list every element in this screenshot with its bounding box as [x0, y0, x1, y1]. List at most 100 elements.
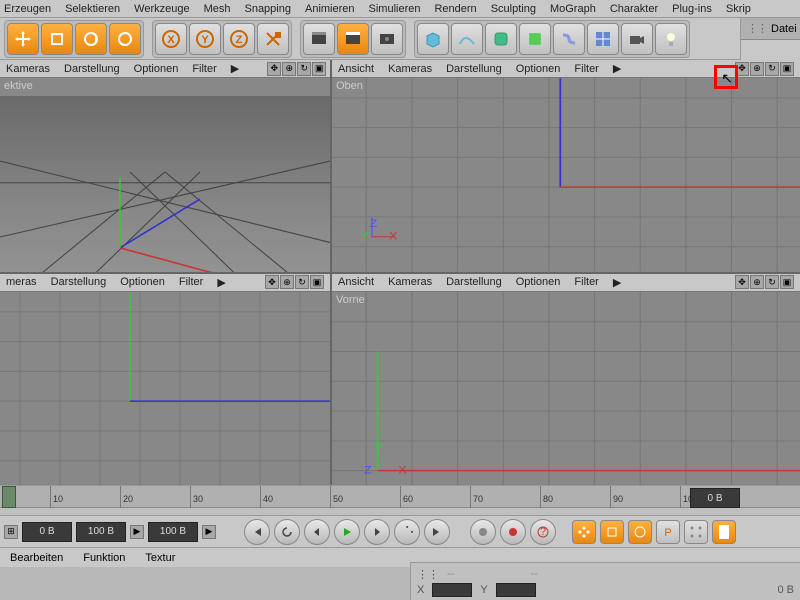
autokey-button[interactable] [500, 519, 526, 545]
vp-menu-optionen[interactable]: Optionen [516, 276, 561, 288]
vp-rotate-icon[interactable]: ↻ [765, 275, 779, 289]
menu-sculpting[interactable]: Sculpting [491, 3, 536, 15]
vp-rotate-icon[interactable]: ↻ [297, 62, 311, 76]
vp-pan-icon[interactable]: ✥ [267, 62, 281, 76]
viewport-perspective[interactable]: Kameras Darstellung Optionen Filter ▶ ✥ … [0, 60, 330, 272]
vp-menu-optionen[interactable]: Optionen [516, 63, 561, 75]
vp-arrow[interactable]: ▶ [231, 62, 239, 75]
end-frame[interactable]: 100 B [76, 522, 126, 542]
vp-toggle-icon[interactable]: ▣ [312, 62, 326, 76]
total-frames[interactable]: 100 B [148, 522, 198, 542]
menu-plugins[interactable]: Plug-ins [672, 3, 712, 15]
key-rot-button[interactable] [628, 520, 652, 544]
vp-arrow[interactable]: ▶ [613, 62, 621, 75]
vp-menu-darstellung[interactable]: Darstellung [64, 63, 120, 75]
next-key-button[interactable] [394, 519, 420, 545]
menu-simulieren[interactable]: Simulieren [369, 3, 421, 15]
vp-menu-optionen[interactable]: Optionen [120, 276, 165, 288]
x-axis-toggle[interactable]: X [155, 23, 187, 55]
viewport-side[interactable]: meras Darstellung Optionen Filter ▶ ✥ ⊕ … [0, 274, 330, 486]
light-tool[interactable] [655, 23, 687, 55]
scale-tool[interactable] [41, 23, 73, 55]
menu-textur[interactable]: Textur [145, 552, 175, 564]
vp-rotate-icon[interactable]: ↻ [765, 62, 779, 76]
menu-mograph[interactable]: MoGraph [550, 3, 596, 15]
deformer-tool[interactable] [553, 23, 585, 55]
menu-skript[interactable]: Skrip [726, 3, 751, 15]
vp-menu-darstellung[interactable]: Darstellung [51, 276, 107, 288]
goto-end-button[interactable] [424, 519, 450, 545]
step-back-button[interactable] [304, 519, 330, 545]
move-tool[interactable] [7, 23, 39, 55]
vp-pan-icon[interactable]: ✥ [735, 62, 749, 76]
vp-rotate-icon[interactable]: ↻ [295, 275, 309, 289]
vp-arrow[interactable]: ▶ [613, 276, 621, 289]
frame-display[interactable]: 0 B [690, 488, 740, 508]
range-arrow[interactable]: ▶ [130, 525, 144, 539]
vp-menu-ansicht[interactable]: Ansicht [338, 276, 374, 288]
cube-primitive[interactable] [417, 23, 449, 55]
vp-menu-kameras[interactable]: Kameras [388, 276, 432, 288]
vp-zoom-icon[interactable]: ⊕ [750, 275, 764, 289]
vp-pan-icon[interactable]: ✥ [735, 275, 749, 289]
start-frame[interactable]: 0 B [22, 522, 72, 542]
menu-erzeugen[interactable]: Erzeugen [4, 3, 51, 15]
frame-marker[interactable] [2, 486, 16, 508]
vp-menu-filter[interactable]: Filter [192, 63, 216, 75]
rotate2-tool[interactable] [109, 23, 141, 55]
sidebar-tab-datei[interactable]: ⋮⋮Datei [741, 18, 800, 40]
key-film-button[interactable] [712, 520, 736, 544]
vp-menu-darstellung[interactable]: Darstellung [446, 276, 502, 288]
spline-tool[interactable] [451, 23, 483, 55]
menu-werkzeuge[interactable]: Werkzeuge [134, 3, 189, 15]
vp-toggle-icon[interactable]: ▣ [780, 275, 794, 289]
vp-menu-darstellung[interactable]: Darstellung [446, 63, 502, 75]
range-toggle[interactable]: ⊞ [4, 525, 18, 539]
vp-menu-kameras[interactable]: Kameras [388, 63, 432, 75]
generator-tool[interactable] [519, 23, 551, 55]
vp-toggle-icon[interactable]: ▣ [780, 62, 794, 76]
render-view-tool[interactable] [303, 23, 335, 55]
camera-tool[interactable] [621, 23, 653, 55]
menu-rendern[interactable]: Rendern [434, 3, 476, 15]
vp-zoom-icon[interactable]: ⊕ [750, 62, 764, 76]
vp-menu-ansicht[interactable]: Ansicht [338, 63, 374, 75]
vp-toggle-icon[interactable]: ▣ [310, 275, 324, 289]
vp-arrow[interactable]: ▶ [217, 276, 225, 289]
render-region-tool[interactable] [337, 23, 369, 55]
goto-start-button[interactable] [244, 519, 270, 545]
menu-snapping[interactable]: Snapping [244, 3, 291, 15]
vp-pan-icon[interactable]: ✥ [265, 275, 279, 289]
key-param-button[interactable]: P [656, 520, 680, 544]
environment-tool[interactable] [587, 23, 619, 55]
menu-animieren[interactable]: Animieren [305, 3, 355, 15]
vp-menu-filter[interactable]: Filter [574, 63, 598, 75]
play-button[interactable] [334, 519, 360, 545]
key-pla-button[interactable] [684, 520, 708, 544]
vp-menu-optionen[interactable]: Optionen [134, 63, 179, 75]
step-forward-button[interactable] [364, 519, 390, 545]
menu-bearbeiten[interactable]: Bearbeiten [10, 552, 63, 564]
rotate-tool[interactable] [75, 23, 107, 55]
key-scale-button[interactable] [600, 520, 624, 544]
menu-charakter[interactable]: Charakter [610, 3, 658, 15]
timeline[interactable]: 10 20 30 40 50 60 70 80 90 100 0 B [0, 485, 800, 515]
menu-mesh[interactable]: Mesh [204, 3, 231, 15]
coord-system-tool[interactable] [257, 23, 289, 55]
prev-key-button[interactable] [274, 519, 300, 545]
vp-menu-kameras[interactable]: meras [6, 276, 37, 288]
help-button[interactable]: ? [530, 519, 556, 545]
vp-menu-kameras[interactable]: Kameras [6, 63, 50, 75]
nurbs-tool[interactable] [485, 23, 517, 55]
vp-menu-filter[interactable]: Filter [179, 276, 203, 288]
record-button[interactable] [470, 519, 496, 545]
key-pos-button[interactable] [572, 520, 596, 544]
y-axis-toggle[interactable]: Y [189, 23, 221, 55]
vp-zoom-icon[interactable]: ⊕ [280, 275, 294, 289]
viewport-front[interactable]: Ansicht Kameras Darstellung Optionen Fil… [332, 274, 800, 486]
viewport-top[interactable]: Ansicht Kameras Darstellung Optionen Fil… [332, 60, 800, 272]
picture-viewer-tool[interactable] [371, 23, 403, 55]
range-arrow2[interactable]: ▶ [202, 525, 216, 539]
vp-menu-filter[interactable]: Filter [574, 276, 598, 288]
menu-funktion[interactable]: Funktion [83, 552, 125, 564]
